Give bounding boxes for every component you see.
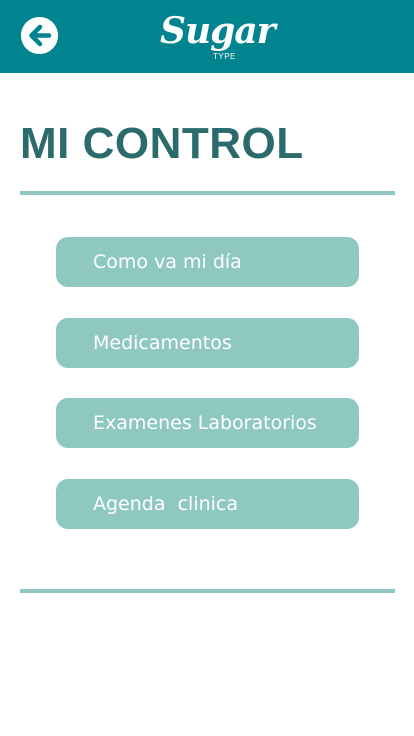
como-va-mi-dia-button[interactable]: Como va mi día (56, 237, 359, 287)
logo-wordmark: Sugar (160, 10, 276, 52)
top-divider (20, 191, 395, 195)
arrow-left-icon (21, 17, 58, 54)
app-header: Sugar TYPE (0, 0, 414, 73)
sugar-type-logo: Sugar TYPE (160, 10, 276, 62)
medicamentos-button[interactable]: Medicamentos (56, 318, 359, 368)
logo-subtext: TYPE (213, 52, 236, 61)
bottom-divider (20, 589, 395, 593)
page-title: MI CONTROL (20, 119, 304, 168)
examenes-laboratorios-button[interactable]: Examenes Laboratorios (56, 398, 359, 448)
agenda-clinica-button[interactable]: Agenda clinica (56, 479, 359, 529)
back-button[interactable] (21, 17, 58, 54)
